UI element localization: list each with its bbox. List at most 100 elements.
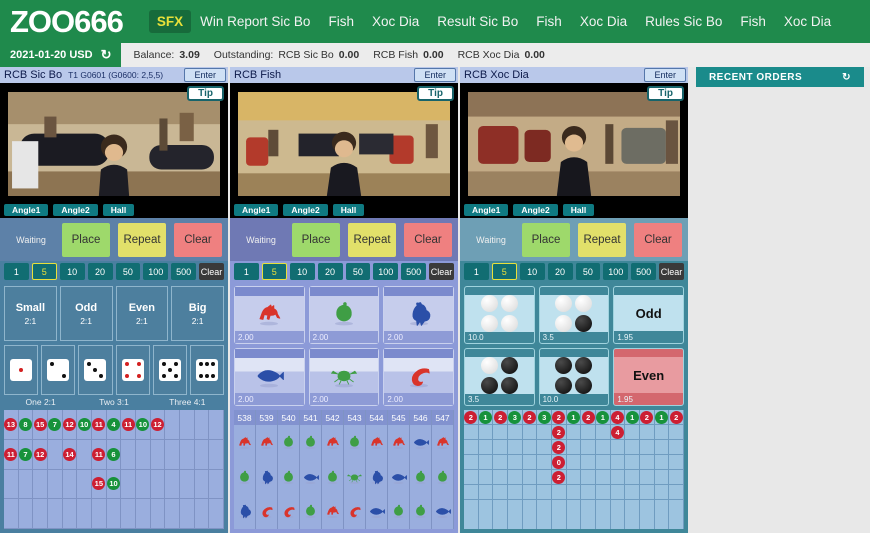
nav-item-win-report-fish[interactable]: Fish: [319, 8, 363, 35]
chip-10-fish[interactable]: 10: [289, 263, 315, 280]
chip-100-fish[interactable]: 100: [373, 263, 399, 280]
xoc-dia-bet-even[interactable]: Even 1.95: [613, 348, 684, 406]
angle1-button-fish[interactable]: Angle1: [234, 204, 279, 216]
chip-clear-xoc-dia[interactable]: Clear: [659, 263, 684, 280]
chip-100-sic-bo[interactable]: 100: [143, 263, 169, 280]
nav-item-result-fish[interactable]: Fish: [527, 8, 571, 35]
clear-button-fish[interactable]: Clear: [404, 222, 452, 257]
road-bead: 7: [48, 417, 62, 431]
road-map-fish[interactable]: 538 539 540 541 542 543 544 545 546 547: [234, 410, 454, 529]
enter-button-fish[interactable]: Enter: [414, 68, 456, 82]
fish-bet-shrimp[interactable]: 2.00: [383, 348, 454, 406]
nav-item-sfx[interactable]: SFX: [148, 10, 192, 33]
dice-bet-6[interactable]: [189, 345, 225, 395]
hall-button-xoc-dia[interactable]: Hall: [562, 204, 595, 216]
fish-bet-deer[interactable]: 2.00: [234, 286, 305, 344]
hall-button-fish[interactable]: Hall: [332, 204, 365, 216]
road-bead: 2: [522, 410, 536, 424]
fish-bet-crab[interactable]: 2.00: [308, 348, 380, 406]
fish-road-round-number: 542: [322, 410, 343, 425]
chip-20-sic-bo[interactable]: 20: [87, 263, 113, 280]
angle1-button-sic-bo[interactable]: Angle1: [4, 204, 49, 216]
road-map-sic-bo[interactable]: 13 8 15 7 12 10 11 4 11 10 12 11 7 12 14 11 6 15 10: [4, 410, 224, 529]
angle2-button-sic-bo[interactable]: Angle2: [53, 204, 98, 216]
repeat-button-xoc-dia[interactable]: Repeat: [578, 222, 626, 257]
place-button-fish[interactable]: Place: [292, 222, 340, 257]
chip-50-sic-bo[interactable]: 50: [115, 263, 141, 280]
repeat-button-fish[interactable]: Repeat: [348, 222, 396, 257]
fish-road-column: 540: [278, 410, 300, 529]
bet-even[interactable]: Even 2:1: [115, 286, 169, 341]
fish-bet-top: [384, 287, 453, 296]
angle1-button-xoc-dia[interactable]: Angle1: [464, 204, 509, 216]
chip-20-fish[interactable]: 20: [317, 263, 343, 280]
nav-item-result-sic-bo[interactable]: Result Sic Bo: [428, 8, 527, 35]
road-cell: 15: [33, 410, 48, 440]
road-map-xoc-dia[interactable]: 21232322202121441212: [464, 410, 684, 529]
chip-clear-fish[interactable]: Clear: [429, 263, 454, 280]
tip-button-fish[interactable]: Tip: [417, 86, 454, 101]
refresh-icon[interactable]: ↻: [101, 47, 112, 63]
dice-bet-1[interactable]: [4, 345, 39, 395]
angle2-button-xoc-dia[interactable]: Angle2: [513, 204, 558, 216]
xoc-dia-bet-coins-3[interactable]: 3.5: [464, 348, 535, 406]
nav-item-rules-sic-bo[interactable]: Rules Sic Bo: [636, 8, 731, 35]
recent-orders-header[interactable]: RECENT ORDERS ↻: [696, 67, 864, 87]
road-cell: [522, 455, 537, 470]
chip-5-fish[interactable]: 5: [261, 263, 287, 280]
enter-button-xoc-dia[interactable]: Enter: [644, 68, 686, 82]
chip-20-xoc-dia[interactable]: 20: [547, 263, 573, 280]
place-button-xoc-dia[interactable]: Place: [522, 222, 570, 257]
nav-item-win-report-xoc-dia[interactable]: Xoc Dia: [363, 8, 428, 35]
fish-bet-rooster[interactable]: 2.00: [383, 286, 454, 344]
road-cell: 1: [596, 410, 610, 425]
nav-item-rules-fish[interactable]: Fish: [731, 8, 775, 35]
chip-5-sic-bo[interactable]: 5: [31, 263, 57, 280]
chip-100-xoc-dia[interactable]: 100: [603, 263, 629, 280]
xoc-dia-bet-coins-0[interactable]: 10.0: [464, 286, 535, 344]
fish-bet-fish[interactable]: 2.00: [234, 348, 305, 406]
chip-10-sic-bo[interactable]: 10: [59, 263, 85, 280]
road-cell: 10: [77, 410, 92, 440]
chip-500-xoc-dia[interactable]: 500: [631, 263, 657, 280]
fish-road-column: 543: [344, 410, 366, 529]
nav-item-win-report-sic-bo[interactable]: Win Report Sic Bo: [191, 8, 319, 35]
road-cell: [62, 499, 78, 529]
xoc-dia-bet-odd[interactable]: Odd 1.95: [613, 286, 684, 344]
bet-big[interactable]: Big 2:1: [171, 286, 224, 341]
dice-bet-2[interactable]: [41, 345, 76, 395]
enter-button-sic-bo[interactable]: Enter: [184, 68, 226, 82]
road-cell: 3: [508, 410, 522, 425]
chip-10-xoc-dia[interactable]: 10: [519, 263, 545, 280]
nav-item-rules-xoc-dia[interactable]: Xoc Dia: [775, 8, 840, 35]
angle2-button-fish[interactable]: Angle2: [283, 204, 328, 216]
chip-50-xoc-dia[interactable]: 50: [575, 263, 601, 280]
chip-clear-sic-bo[interactable]: Clear: [199, 263, 224, 280]
fish-road-column: 542: [322, 410, 344, 529]
tip-button-sic-bo[interactable]: Tip: [187, 86, 224, 101]
dice-bet-3[interactable]: [78, 345, 113, 395]
chip-1-sic-bo[interactable]: 1: [4, 263, 29, 280]
tip-button-xoc-dia[interactable]: Tip: [647, 86, 684, 101]
xoc-dia-bet-coins-1[interactable]: 3.5: [538, 286, 610, 344]
bet-small[interactable]: Small 2:1: [4, 286, 57, 341]
repeat-button-sic-bo[interactable]: Repeat: [118, 222, 166, 257]
clear-button-sic-bo[interactable]: Clear: [174, 222, 222, 257]
hall-button-sic-bo[interactable]: Hall: [102, 204, 135, 216]
dice-bet-5[interactable]: [152, 345, 187, 395]
place-button-sic-bo[interactable]: Place: [62, 222, 110, 257]
road-cell: [209, 499, 224, 529]
dice-bet-4[interactable]: [115, 345, 150, 395]
refresh-icon[interactable]: ↻: [842, 72, 851, 83]
nav-item-result-xoc-dia[interactable]: Xoc Dia: [571, 8, 636, 35]
chip-1-fish[interactable]: 1: [234, 263, 259, 280]
chip-500-fish[interactable]: 500: [401, 263, 427, 280]
chip-50-fish[interactable]: 50: [345, 263, 371, 280]
chip-1-xoc-dia[interactable]: 1: [464, 263, 489, 280]
chip-500-sic-bo[interactable]: 500: [171, 263, 197, 280]
chip-5-xoc-dia[interactable]: 5: [491, 263, 517, 280]
fish-bet-gourd[interactable]: 2.00: [308, 286, 380, 344]
xoc-dia-bet-coins-4[interactable]: 10.0: [538, 348, 610, 406]
clear-button-xoc-dia[interactable]: Clear: [634, 222, 682, 257]
bet-odd[interactable]: Odd 2:1: [59, 286, 113, 341]
